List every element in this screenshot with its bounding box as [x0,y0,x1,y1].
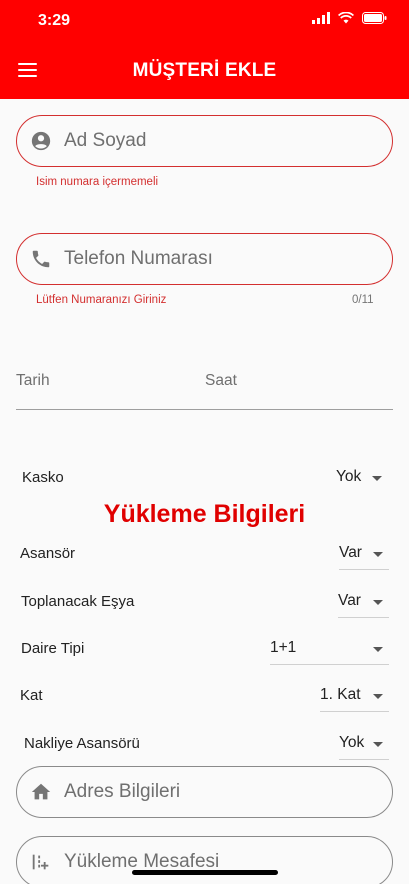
distance-icon [32,854,49,870]
daire-dropdown[interactable]: 1+1 [270,635,389,665]
battery-icon [362,12,387,24]
phone-char-counter: 0/11 [352,294,374,306]
daire-label: Daire Tipi [21,640,85,657]
wifi-icon [338,12,354,24]
nakliye-label: Nakliye Asansörü [24,735,140,752]
daire-value: 1+1 [270,639,297,656]
name-helper-text: Isim numara içermemeli [36,176,159,188]
dropdown-arrow-icon [373,742,383,747]
dropdown-arrow-icon [372,476,382,481]
phone-placeholder: Telefon Numarası [64,248,213,269]
esya-label: Toplanacak Eşya [21,593,135,610]
esya-value: Var [338,592,361,609]
nakliye-dropdown[interactable]: Yok [339,730,389,760]
esya-dropdown[interactable]: Var [338,588,389,618]
kat-label: Kat [20,687,43,704]
nakliye-value: Yok [339,734,365,751]
dropdown-arrow-icon [373,647,383,652]
phone-field[interactable]: Telefon Numarası [16,233,393,285]
home-icon [31,783,51,800]
address-field[interactable]: Adres Bilgileri [16,766,393,818]
kasko-dropdown[interactable]: Yok [336,464,388,494]
signal-icon [312,12,330,24]
dropdown-arrow-icon [373,694,383,699]
person-icon [31,131,51,151]
time-picker[interactable]: Saat [205,372,237,390]
kasko-label: Kasko [22,469,64,486]
dropdown-arrow-icon [373,600,383,605]
distance-field[interactable]: Yükleme Mesafesi [16,836,393,884]
phone-helper-text: Lütfen Numaranızı Giriniz [36,294,167,306]
name-placeholder: Ad Soyad [64,130,147,151]
app-bar: 3:29 MÜŞTERİ EKLE [0,0,409,99]
phone-icon [32,250,50,268]
status-time: 3:29 [38,12,71,29]
kat-value: 1. Kat [320,686,361,703]
address-placeholder: Adres Bilgileri [64,781,181,802]
date-picker[interactable]: Tarih [16,372,50,390]
kasko-value: Yok [336,468,362,485]
status-icons [312,12,387,24]
name-field[interactable]: Ad Soyad [16,115,393,167]
asansor-value: Var [339,544,362,561]
section-title: Yükleme Bilgileri [103,500,306,528]
page-title: MÜŞTERİ EKLE [132,60,277,81]
kat-dropdown[interactable]: 1. Kat [320,682,389,712]
asansor-dropdown[interactable]: Var [339,540,389,570]
asansor-label: Asansör [20,545,76,562]
home-indicator [132,870,278,875]
datetime-divider [16,409,393,410]
dropdown-arrow-icon [373,552,383,557]
